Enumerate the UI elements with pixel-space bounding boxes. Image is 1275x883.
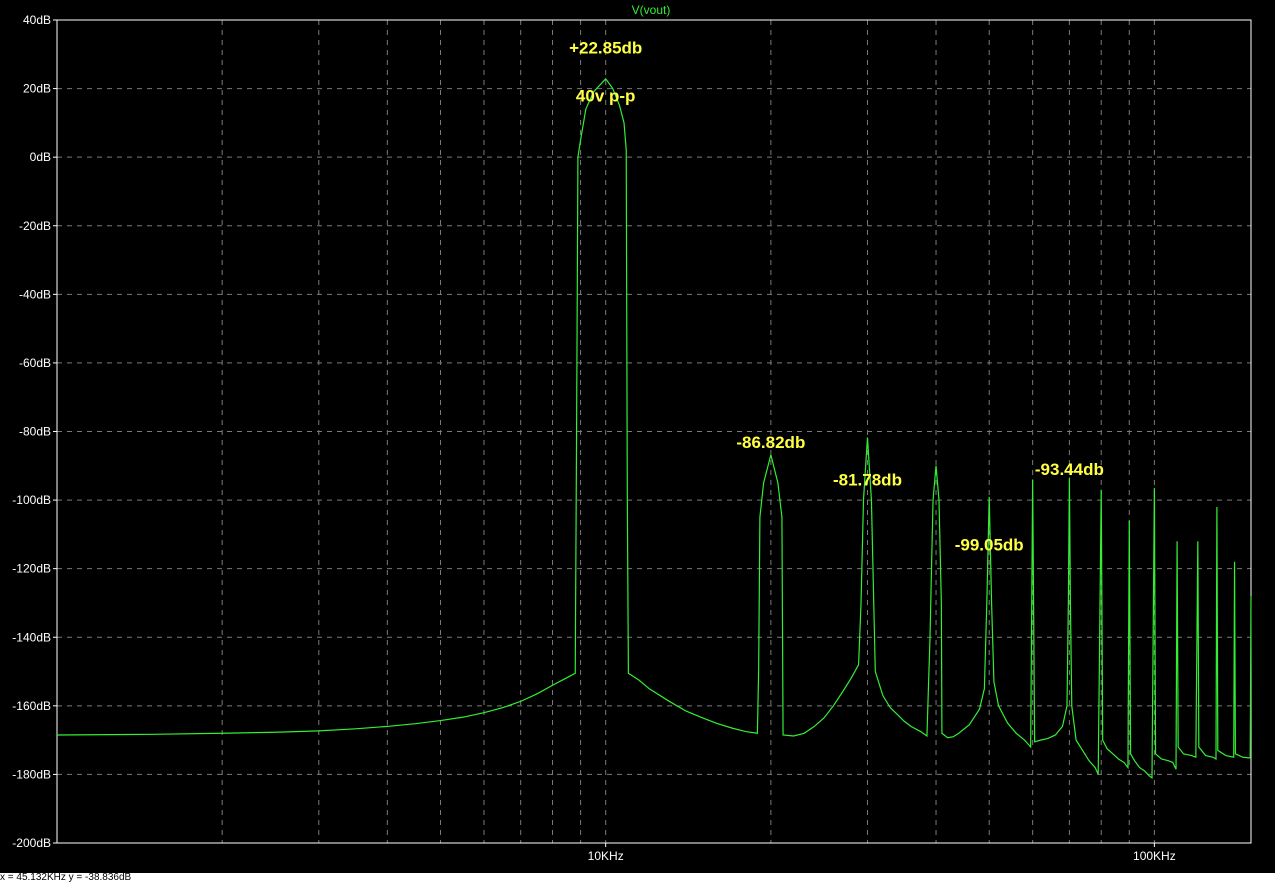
- peak-annotation: -93.44db: [1035, 460, 1104, 479]
- peak-annotation: +22.85db: [569, 38, 642, 57]
- y-tick-label: -140dB: [12, 630, 51, 644]
- y-tick-label: 40dB: [23, 13, 51, 27]
- y-tick-label: -40dB: [19, 287, 51, 301]
- status-bar: x = 45.132KHz y = -38.836dB: [0, 873, 1275, 883]
- y-tick-label: -80dB: [19, 425, 51, 439]
- y-tick-label: -160dB: [12, 699, 51, 713]
- y-tick-label: -200dB: [12, 836, 51, 850]
- peak-annotation: 40v p-p: [576, 86, 636, 105]
- plot-background: [0, 0, 1275, 873]
- peak-annotation: -81.78db: [833, 471, 902, 490]
- y-tick-label: 20dB: [23, 82, 51, 96]
- y-tick-label: -100dB: [12, 493, 51, 507]
- x-tick-label: 100KHz: [1133, 849, 1176, 863]
- cursor-readout: x = 45.132KHz y = -38.836dB: [0, 873, 132, 883]
- peak-annotation: -86.82db: [736, 433, 805, 452]
- spectrum-plot[interactable]: 40dB 20dB 0dB -20dB -40dB -60dB -80dB -100dB -12…: [0, 0, 1275, 873]
- y-tick-label: 0dB: [30, 150, 51, 164]
- y-tick-label: -20dB: [19, 219, 51, 233]
- y-tick-label: -180dB: [12, 767, 51, 781]
- trace-name-label[interactable]: V(vout): [632, 3, 671, 17]
- x-tick-label: 10KHz: [588, 849, 624, 863]
- peak-annotation: -99.05db: [955, 536, 1024, 555]
- y-tick-label: -120dB: [12, 562, 51, 576]
- y-tick-label: -60dB: [19, 356, 51, 370]
